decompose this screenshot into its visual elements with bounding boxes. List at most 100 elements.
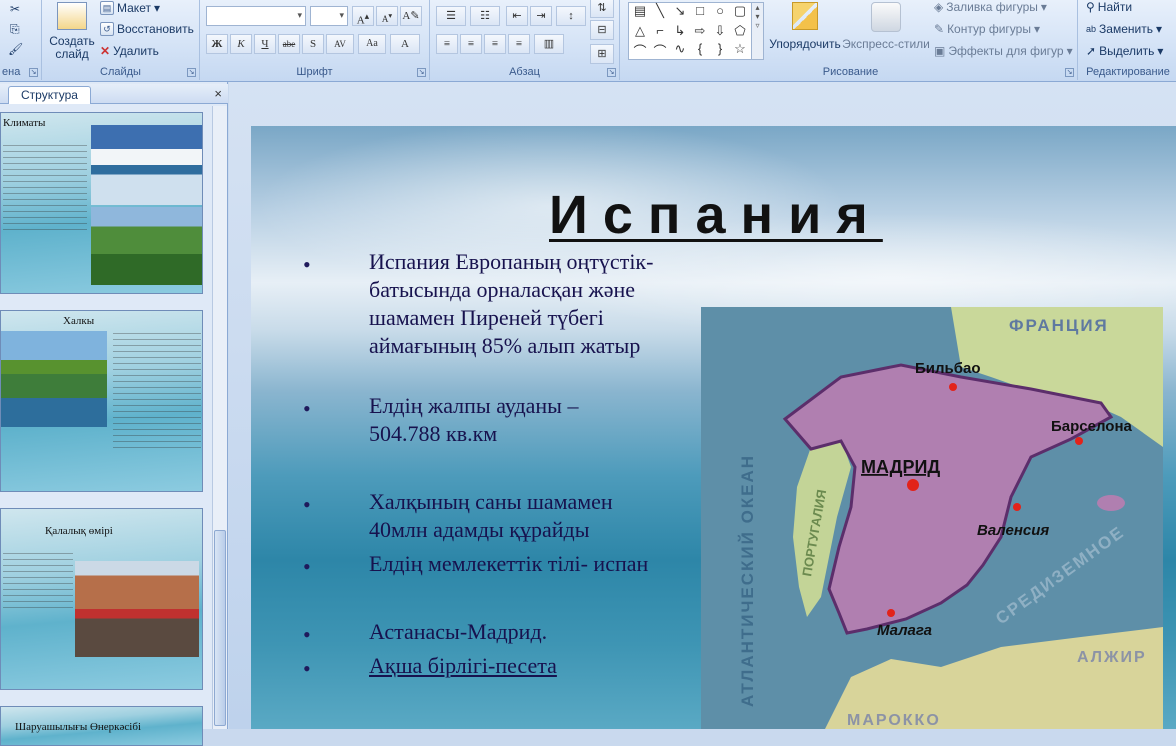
clear-format-icon[interactable]: A✎ bbox=[400, 6, 422, 26]
shapes-gallery[interactable]: ▤ ╲ ↘ □ ○ ▢ △ ⌐ ↳ ⇨ ⇩ ⬠ ⌒ ⌒ ∿ { } ☆ ▴ ▾ ▿ bbox=[628, 2, 764, 60]
layout-label: Макет bbox=[117, 1, 151, 15]
panel-scrollbar[interactable] bbox=[212, 106, 227, 729]
scrollbar-thumb[interactable] bbox=[214, 530, 226, 726]
select-label: Выделить bbox=[1099, 44, 1155, 58]
replace-button[interactable]: ab Заменить ▾ bbox=[1086, 22, 1162, 36]
bullet-marker: • bbox=[303, 554, 311, 579]
thumbnail-text bbox=[3, 553, 73, 609]
format-painter-icon[interactable]: 🖌 bbox=[8, 42, 23, 56]
gallery-scroll[interactable]: ▴ ▾ ▿ bbox=[751, 3, 763, 59]
cut-icon[interactable]: ✂ bbox=[10, 2, 20, 16]
delete-slide-button[interactable]: ✕ Удалить bbox=[100, 44, 159, 58]
font-color-button[interactable]: A bbox=[390, 34, 420, 54]
triangle-shape-icon[interactable]: △ bbox=[631, 23, 649, 39]
curve-shape-icon[interactable]: ⌒ bbox=[651, 41, 669, 60]
font-size-combo[interactable]: ▾ bbox=[310, 6, 348, 26]
text-direction-icon[interactable]: ⇅ bbox=[590, 0, 614, 18]
right-arrow-shape-icon[interactable]: ⇨ bbox=[691, 23, 709, 39]
clipboard-launcher-icon[interactable]: ↘ bbox=[29, 68, 38, 77]
quick-styles-button[interactable]: Экспресс-стили bbox=[842, 0, 930, 51]
shape-outline-button[interactable]: ✎ Контур фигуры ▾ bbox=[934, 22, 1040, 36]
tab-outline[interactable]: Структура bbox=[8, 86, 91, 104]
paragraph-launcher-icon[interactable]: ↘ bbox=[607, 68, 616, 77]
freeform-shape-icon[interactable]: ∿ bbox=[671, 41, 689, 57]
arrow-shape-icon[interactable]: ↘ bbox=[671, 3, 689, 19]
slides-group-label: Слайды bbox=[100, 66, 141, 78]
justify-icon[interactable]: ≡ bbox=[508, 34, 530, 54]
slide-thumbnail[interactable]: Халкы bbox=[0, 310, 203, 492]
italic-button[interactable]: К bbox=[230, 34, 252, 54]
chevron-down-icon: ▾ bbox=[339, 10, 344, 20]
close-icon[interactable]: × bbox=[214, 86, 222, 101]
reset-button[interactable]: ↺ Восстановить bbox=[100, 22, 194, 36]
bold-button[interactable]: Ж bbox=[206, 34, 228, 54]
slides-launcher-icon[interactable]: ↘ bbox=[187, 68, 196, 77]
slide-canvas[interactable]: Испания • Испания Европаның оңтүстік- ба… bbox=[251, 126, 1176, 729]
down-arrow-shape-icon[interactable]: ⇩ bbox=[711, 23, 729, 39]
select-button[interactable]: ➚ Выделить ▾ bbox=[1086, 44, 1163, 58]
bullet-area[interactable]: Елдің жалпы ауданы – 504.788 кв.км bbox=[369, 392, 629, 448]
slide-title[interactable]: Испания bbox=[549, 184, 883, 246]
slide-thumbnail[interactable]: Климаты bbox=[0, 112, 203, 294]
numbering-icon[interactable]: ☷ bbox=[470, 6, 500, 26]
star-shape-icon[interactable]: ☆ bbox=[731, 41, 749, 57]
shrink-font-icon[interactable]: A▾ bbox=[376, 6, 398, 26]
bullet-marker: • bbox=[303, 492, 311, 517]
underline-button[interactable]: Ч bbox=[254, 34, 276, 54]
copy-icon[interactable]: ⎘ bbox=[10, 22, 20, 37]
layout-button[interactable]: ▤ Макет ▾ bbox=[100, 1, 160, 15]
spain-map[interactable]: ФРАНЦИЯ АТЛАНТИЧЕСКИЙ ОКЕАН Бильбао Барс… bbox=[701, 307, 1163, 729]
slide-thumbnail[interactable]: Қалалық өмірі bbox=[0, 508, 203, 690]
oval-shape-icon[interactable]: ○ bbox=[711, 3, 729, 18]
font-group-label: Шрифт bbox=[296, 66, 333, 78]
shape-effects-button[interactable]: ▣ Эффекты для фигур ▾ bbox=[934, 44, 1073, 58]
find-button[interactable]: ⚲ Найти bbox=[1086, 0, 1132, 14]
right-brace-shape-icon[interactable]: } bbox=[711, 41, 729, 56]
bullets-icon[interactable]: ☰ bbox=[436, 6, 466, 26]
bullet-population[interactable]: Халқының саны шамамен 40млн адамды құрай… bbox=[369, 488, 669, 544]
bullet-language[interactable]: Елдің мемлекеттік тілі- испан bbox=[369, 550, 709, 578]
bullet-capital[interactable]: Астанасы-Мадрид. bbox=[369, 618, 709, 646]
change-case-button[interactable]: Aa bbox=[358, 34, 386, 54]
textbox-shape-icon[interactable]: ▤ bbox=[631, 3, 649, 19]
rounded-rect-shape-icon[interactable]: ▢ bbox=[731, 3, 749, 19]
rectangle-shape-icon[interactable]: □ bbox=[691, 3, 709, 18]
create-slide-button[interactable]: Создать слайд bbox=[49, 2, 95, 61]
callout-shape-icon[interactable]: ⌒ bbox=[631, 41, 649, 60]
thumbnail-title: Қалалық өмірі bbox=[45, 525, 113, 537]
increase-indent-icon[interactable]: ⇥ bbox=[530, 6, 552, 26]
arrange-icon bbox=[792, 2, 818, 30]
paint-bucket-icon: ◈ bbox=[934, 0, 944, 14]
drawing-launcher-icon[interactable]: ↘ bbox=[1065, 68, 1074, 77]
shape-fill-button[interactable]: ◈ Заливка фигуры ▾ bbox=[934, 0, 1047, 14]
line-shape-icon[interactable]: ╲ bbox=[651, 3, 669, 19]
align-text-icon[interactable]: ⊟ bbox=[590, 20, 614, 40]
align-right-icon[interactable]: ≡ bbox=[484, 34, 506, 54]
bullet-location[interactable]: Испания Европаның оңтүстік- батысында ор… bbox=[369, 248, 709, 360]
strikethrough-button[interactable]: abe bbox=[278, 34, 300, 54]
paragraph-group-label: Абзац bbox=[509, 66, 540, 78]
line-spacing-icon[interactable]: ↕ bbox=[556, 6, 586, 26]
font-family-combo[interactable]: ▾ bbox=[206, 6, 306, 26]
font-launcher-icon[interactable]: ↘ bbox=[417, 68, 426, 77]
flowchart-shape-icon[interactable]: ⬠ bbox=[731, 23, 749, 39]
effects-icon: ▣ bbox=[934, 44, 946, 58]
columns-icon[interactable]: ▥ bbox=[534, 34, 564, 54]
decrease-indent-icon[interactable]: ⇤ bbox=[506, 6, 528, 26]
left-brace-shape-icon[interactable]: { bbox=[691, 41, 709, 56]
madrid-marker bbox=[907, 479, 919, 491]
align-center-icon[interactable]: ≡ bbox=[460, 34, 482, 54]
smartart-icon[interactable]: ⊞ bbox=[590, 44, 614, 64]
align-left-icon[interactable]: ≡ bbox=[436, 34, 458, 54]
grow-font-icon[interactable]: A▴ bbox=[352, 6, 374, 27]
elbow-arrow-shape-icon[interactable]: ↳ bbox=[671, 23, 689, 39]
slides-panel: Структура × Климаты Халкы Қалалық өмірі … bbox=[0, 82, 228, 746]
arrange-button[interactable]: Упорядочить bbox=[768, 0, 842, 51]
spacing-button[interactable]: AV bbox=[326, 34, 354, 54]
bullet-currency[interactable]: Ақша бірлігі-песета bbox=[369, 652, 709, 680]
drawing-group-label: Рисование bbox=[822, 66, 879, 78]
slide-thumbnail[interactable]: Шаруашылығы Өнеркәсібі bbox=[0, 706, 203, 746]
chevron-down-icon: ▾ bbox=[297, 10, 302, 20]
shadow-button[interactable]: S bbox=[302, 34, 324, 54]
connector-shape-icon[interactable]: ⌐ bbox=[651, 23, 669, 38]
